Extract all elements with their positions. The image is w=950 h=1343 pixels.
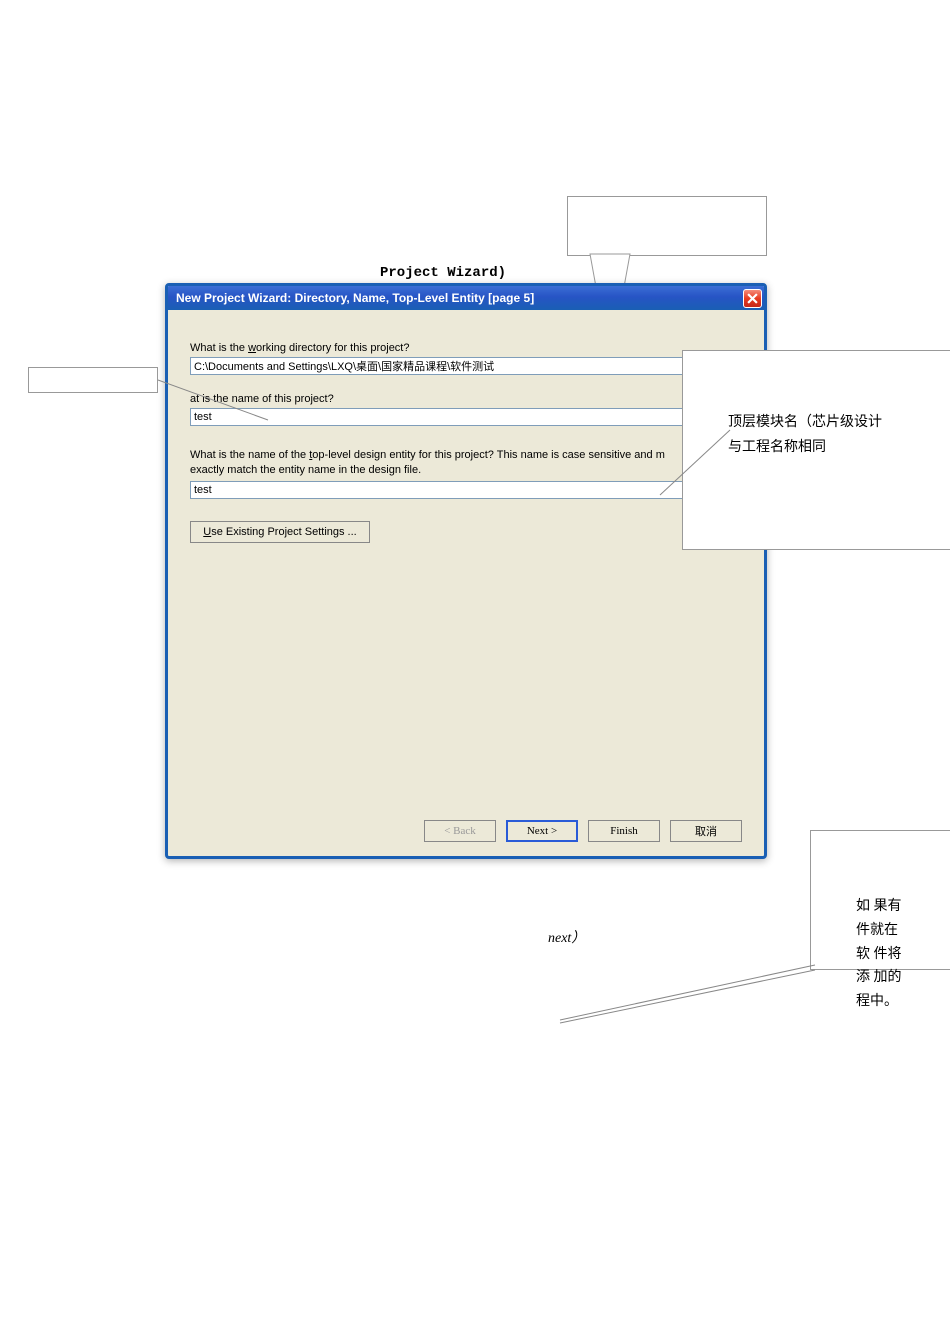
navigation-buttons: < Back Next > Finish 取消 [190,810,742,842]
working-directory-row: ... [190,357,742,375]
pointer-line-left [158,380,278,430]
use-existing-settings-button[interactable]: Use Existing Project Settings ... [190,521,370,543]
document-canvas: Project Wizard) New Project Wizard: Dire… [0,0,950,1343]
back-button: < Back [424,820,496,842]
close-button[interactable] [743,289,762,308]
next-italic-text: next） [548,927,585,947]
finish-button[interactable]: Finish [588,820,660,842]
annotation-right-text: 顶层模块名（芯片级设计 与工程名称相同 [728,410,882,460]
working-directory-label: What is the working directory for this p… [190,342,742,354]
close-icon [747,293,758,304]
annotation-bottom-text: 如 果有 件就在 软 件将 添 加的 程中。 [856,895,902,1014]
top-level-entity-input[interactable] [190,481,713,499]
titlebar-text: New Project Wizard: Directory, Name, Top… [176,291,534,305]
pointer-line-bottom [560,965,820,1025]
cancel-button[interactable]: 取消 [670,820,742,842]
next-button[interactable]: Next > [506,820,578,842]
titlebar: New Project Wizard: Directory, Name, Top… [168,286,764,310]
annotation-box-left [28,367,158,393]
working-directory-input[interactable] [190,357,713,375]
new-project-wizard-dialog: New Project Wizard: Directory, Name, Top… [165,283,767,859]
project-wizard-text: Project Wizard) [380,265,506,281]
annotation-box-top [567,196,767,256]
